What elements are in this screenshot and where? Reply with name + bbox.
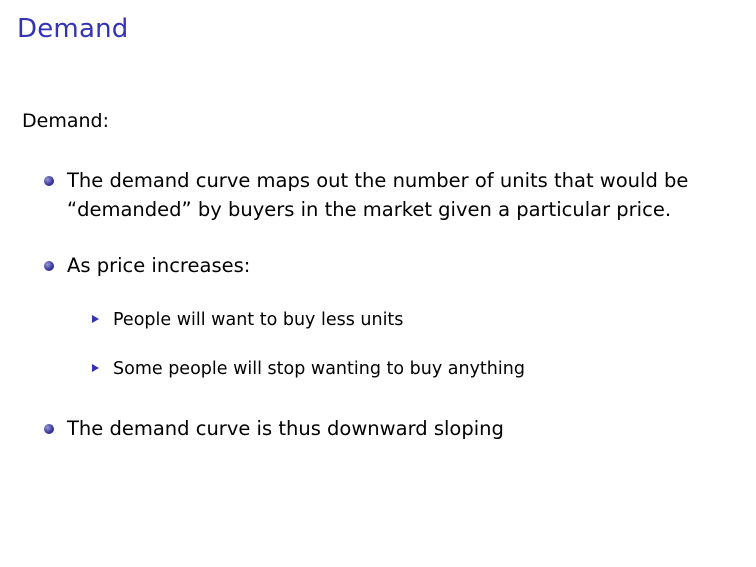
ball-bullet-icon [44, 176, 54, 186]
bullet-line: As price increases: [67, 254, 251, 277]
bullet-line: “demanded” by buyers in the market given… [67, 198, 672, 221]
slide-title: Demand [17, 14, 129, 44]
bullet-line: The demand curve is thus downward slopin… [67, 417, 504, 440]
sub-bullet-text: Some people will stop wanting to buy any… [113, 359, 525, 379]
ball-bullet-icon [44, 424, 54, 434]
slide: { "slide": { "title": "Demand", "section… [0, 0, 756, 567]
bullet-text: The demand curve is thus downward slopin… [67, 414, 747, 443]
section-label: Demand: [22, 110, 109, 132]
bullet-text: The demand curve maps out the number of … [67, 166, 747, 224]
triangle-bullet-icon [92, 364, 99, 372]
bullet-text: As price increases: [67, 251, 747, 280]
triangle-bullet-icon [92, 315, 99, 323]
bullet-line: The demand curve maps out the number of … [67, 169, 689, 192]
sub-bullet-text: People will want to buy less units [113, 310, 404, 330]
ball-bullet-icon [44, 261, 54, 271]
